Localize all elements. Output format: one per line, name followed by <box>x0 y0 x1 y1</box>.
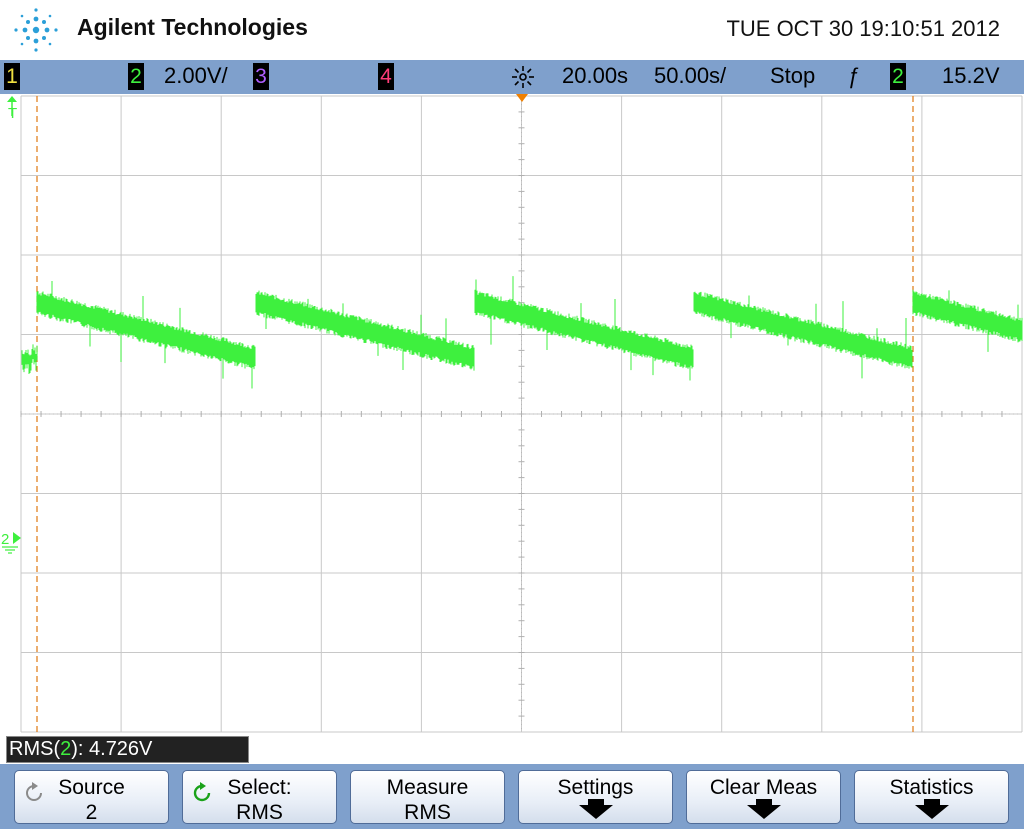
ch3-badge[interactable]: 3 <box>253 63 269 90</box>
trigger-level: 15.2V <box>942 63 1000 88</box>
ch2-scale: 2.00V/ <box>164 63 228 88</box>
clear-meas-softkey-label: Clear Meas <box>709 776 818 799</box>
run-state: Stop <box>770 63 816 88</box>
meas-prefix: RMS( <box>9 738 61 760</box>
time-delay: 20.00s <box>562 63 629 88</box>
trigger-level-marker: T <box>7 96 17 122</box>
meas-channel: 2 <box>60 738 72 760</box>
measurement-readout: RMS(2): 4.726V <box>6 736 249 763</box>
measure-softkey[interactable]: Measure RMS <box>350 770 505 824</box>
softkey-bar: Source 2 Select: RMS Measure RMS Setting… <box>0 764 1024 829</box>
source-softkey-label: Source <box>58 776 125 799</box>
select-softkey-label: Select: <box>227 776 292 799</box>
trigger-slope-icon: ƒ <box>847 63 860 88</box>
time-scale: 50.00s/ <box>654 63 727 88</box>
statistics-softkey-label: Statistics <box>889 776 974 799</box>
status-bar: 1 2 2.00V/ 3 4 20.00s 50.00s/ Stop ƒ 2 1… <box>0 60 1024 94</box>
select-softkey[interactable]: Select: RMS <box>182 770 337 824</box>
settings-softkey-label: Settings <box>557 776 634 799</box>
ch2-trace-spikes <box>51 276 1019 389</box>
ch2-badge[interactable]: 2 <box>128 63 144 90</box>
measure-softkey-value: RMS <box>404 801 451 824</box>
trigger-source-badge: 2 <box>890 63 906 90</box>
clear-meas-softkey[interactable]: Clear Meas <box>686 770 841 824</box>
scope-screen[interactable]: T 2 <box>0 94 1024 734</box>
ch4-badge[interactable]: 4 <box>378 63 394 90</box>
agilent-logo-icon <box>14 8 58 52</box>
source-softkey[interactable]: Source 2 <box>14 770 169 824</box>
measure-softkey-label: Measure <box>386 776 469 799</box>
statistics-softkey[interactable]: Statistics <box>854 770 1009 824</box>
ch2-ground-label: 2 <box>1 531 9 548</box>
datetime: TUE OCT 30 19:10:51 2012 <box>726 16 1000 41</box>
trigger-delay-marker <box>516 94 528 102</box>
settings-softkey[interactable]: Settings <box>518 770 673 824</box>
meas-value: ): 4.726V <box>71 738 153 760</box>
ch1-badge[interactable]: 1 <box>4 63 20 90</box>
graticule <box>20 95 1023 733</box>
brand-name: Agilent Technologies <box>77 14 308 40</box>
ch2-ground-marker: 2 <box>1 531 21 554</box>
trigger-ref-label: T <box>8 105 17 122</box>
horizontal-delay-icon <box>512 66 534 88</box>
source-softkey-value: 2 <box>85 801 98 824</box>
select-softkey-value: RMS <box>236 801 283 824</box>
